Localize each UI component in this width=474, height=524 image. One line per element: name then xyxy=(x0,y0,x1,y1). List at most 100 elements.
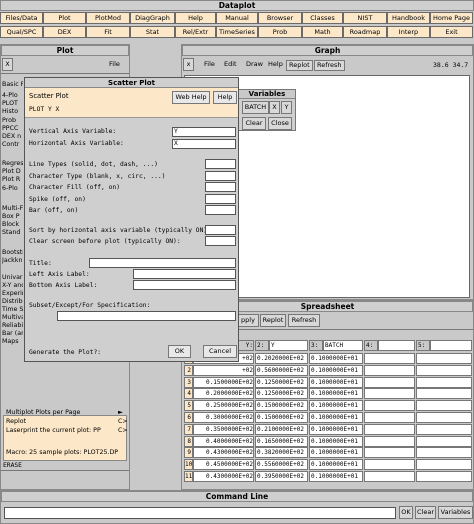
table-cell[interactable]: 0.1000000E+01 xyxy=(309,459,363,471)
toolbar-button-dex[interactable]: DEX xyxy=(43,26,86,38)
toolbar-button-rel-extr[interactable]: Rel/Extr xyxy=(175,26,216,38)
table-cell[interactable] xyxy=(416,471,472,482)
graph-menu-edit[interactable]: Edit xyxy=(224,60,237,68)
table-cell[interactable] xyxy=(416,353,472,364)
table-cell[interactable]: 0.1000000E+01 xyxy=(309,364,363,376)
table-cell[interactable]: 0.5600000E+02 xyxy=(255,364,308,376)
table-cell[interactable] xyxy=(416,447,472,459)
table-cell[interactable]: 0.1000000E+01 xyxy=(309,447,363,459)
column-header-name[interactable] xyxy=(430,340,472,351)
table-cell[interactable]: 0.4000000E+02 xyxy=(193,435,254,447)
table-cell[interactable]: 0.2100000E+02 xyxy=(255,423,308,435)
table-cell[interactable] xyxy=(364,423,415,435)
table-cell[interactable]: 0.2500000E+02 xyxy=(193,400,254,412)
var-close-button[interactable]: Close xyxy=(268,117,292,130)
toolbar-button-manual[interactable]: Manual xyxy=(216,12,258,24)
toolbar-button-browser[interactable]: Browser xyxy=(258,12,302,24)
spreadsheet-replot-button[interactable]: Replot xyxy=(260,314,286,327)
plot-menu-item[interactable]: Histo xyxy=(2,108,23,116)
command-ok-button[interactable]: OK xyxy=(399,506,413,519)
plot-menu-item[interactable]: Stand xyxy=(2,229,23,237)
table-cell[interactable]: 0.1000000E+01 xyxy=(309,435,363,447)
plot-menu-item[interactable]: Maps xyxy=(2,338,23,346)
toolbar-button-help[interactable]: Help xyxy=(175,12,216,24)
plot-menu-item[interactable]: Regress xyxy=(2,160,23,168)
plot-menu-item[interactable]: Time Se xyxy=(2,306,23,314)
help-button[interactable]: Help xyxy=(213,91,237,104)
vertical-axis-input[interactable]: Y xyxy=(172,127,236,137)
graph-menu-draw[interactable]: Draw xyxy=(246,60,263,68)
table-cell[interactable] xyxy=(364,353,415,364)
graph-menu-replot[interactable]: Replot xyxy=(286,60,313,71)
plot-menu-item[interactable]: Basic Pl xyxy=(2,81,23,89)
table-cell[interactable]: 0.1500000E+02 xyxy=(193,376,254,388)
toolbar-button-timeseries[interactable]: TimeSeries xyxy=(216,26,258,38)
var-batch-button[interactable]: BATCH xyxy=(242,101,269,114)
table-cell[interactable]: 0.4300000E+02 xyxy=(193,447,254,459)
table-cell[interactable]: 0.1000000E+01 xyxy=(309,400,363,412)
table-cell[interactable] xyxy=(416,459,472,471)
table-cell[interactable]: 0.1500000E+02 xyxy=(255,412,308,423)
toolbar-button-prob[interactable]: Prob xyxy=(258,26,302,38)
web-help-button[interactable]: Web Help xyxy=(172,91,210,104)
table-cell[interactable]: 0.4500000E+02 xyxy=(193,459,254,471)
table-cell[interactable]: 0.3820000E+02 xyxy=(255,447,308,459)
var-y-button[interactable]: Y xyxy=(281,101,292,114)
toolbar-button-interp[interactable]: Interp xyxy=(387,26,430,38)
plot-menu-item[interactable]: 6-Plo xyxy=(2,185,23,193)
plot-menu-item[interactable]: Univaria xyxy=(2,274,23,282)
toolbar-button-nist[interactable]: NIST xyxy=(343,12,387,24)
table-cell[interactable]: 0.1000000E+01 xyxy=(309,353,363,364)
table-cell[interactable] xyxy=(416,435,472,447)
table-cell[interactable] xyxy=(416,400,472,412)
table-cell[interactable]: 0.1250000E+02 xyxy=(255,388,308,400)
plot-menu-item[interactable]: Plot R xyxy=(2,176,23,184)
graph-menu-file[interactable]: File xyxy=(204,60,215,68)
table-cell[interactable] xyxy=(364,388,415,400)
table-cell[interactable]: 0.3500000E+02 xyxy=(193,423,254,435)
table-cell[interactable] xyxy=(416,388,472,400)
table-cell[interactable]: 0.1000000E+01 xyxy=(309,388,363,400)
plot-submenu-item[interactable]: Replot xyxy=(6,418,26,426)
graph-menu-help[interactable]: Help xyxy=(268,60,283,68)
table-cell[interactable] xyxy=(364,412,415,423)
table-cell[interactable]: 0.3000000E+02 xyxy=(193,412,254,423)
toolbar-button-diaggraph[interactable]: DiagGraph xyxy=(130,12,175,24)
plot-menu-item[interactable]: Distribu xyxy=(2,298,23,306)
toolbar-button-plot[interactable]: Plot xyxy=(43,12,86,24)
horizontal-axis-input[interactable]: X xyxy=(172,139,236,149)
table-cell[interactable] xyxy=(416,376,472,388)
plot-menu-item[interactable]: Plot D xyxy=(2,168,23,176)
sort-input[interactable] xyxy=(205,225,236,235)
table-cell[interactable] xyxy=(364,447,415,459)
plot-menu-item[interactable]: 4-Plo xyxy=(2,92,23,100)
plot-menu-item[interactable]: Multi-F xyxy=(2,205,23,213)
option-input[interactable] xyxy=(205,205,236,215)
cancel-button[interactable]: Cancel xyxy=(203,345,237,358)
table-cell[interactable] xyxy=(416,412,472,423)
table-cell[interactable] xyxy=(364,435,415,447)
toolbar-button-handbook[interactable]: Handbook xyxy=(387,12,430,24)
option-input[interactable] xyxy=(205,182,236,192)
plot-menu-item[interactable]: Contr xyxy=(2,141,23,149)
toolbar-button-plotmod[interactable]: PlotMod xyxy=(86,12,130,24)
plot-file-menu[interactable]: File xyxy=(109,60,120,68)
plot-close-button[interactable]: X xyxy=(2,58,13,71)
column-header-name[interactable]: BATCH xyxy=(323,340,363,351)
toolbar-button-files-data[interactable]: Files/Data xyxy=(0,12,43,24)
table-cell[interactable] xyxy=(416,423,472,435)
title-input[interactable] xyxy=(89,258,236,268)
table-cell[interactable]: 0.1650000E+02 xyxy=(255,435,308,447)
command-variables-button[interactable]: Variables xyxy=(438,506,473,519)
plot-menu-item[interactable]: Bar (an xyxy=(2,330,23,338)
table-cell[interactable] xyxy=(416,364,472,376)
command-clear-button[interactable]: Clear xyxy=(415,506,436,519)
ok-button[interactable]: OK xyxy=(168,345,191,358)
table-cell[interactable]: 0.1000000E+01 xyxy=(309,376,363,388)
clear-screen-input[interactable] xyxy=(205,236,236,246)
toolbar-button-qual-spc[interactable]: Qual/SPC xyxy=(0,26,43,38)
toolbar-button-exit[interactable]: Exit xyxy=(430,26,473,38)
spreadsheet-pply-button[interactable]: pply xyxy=(237,314,259,327)
toolbar-button-fit[interactable]: Fit xyxy=(86,26,130,38)
option-input[interactable] xyxy=(205,193,236,204)
